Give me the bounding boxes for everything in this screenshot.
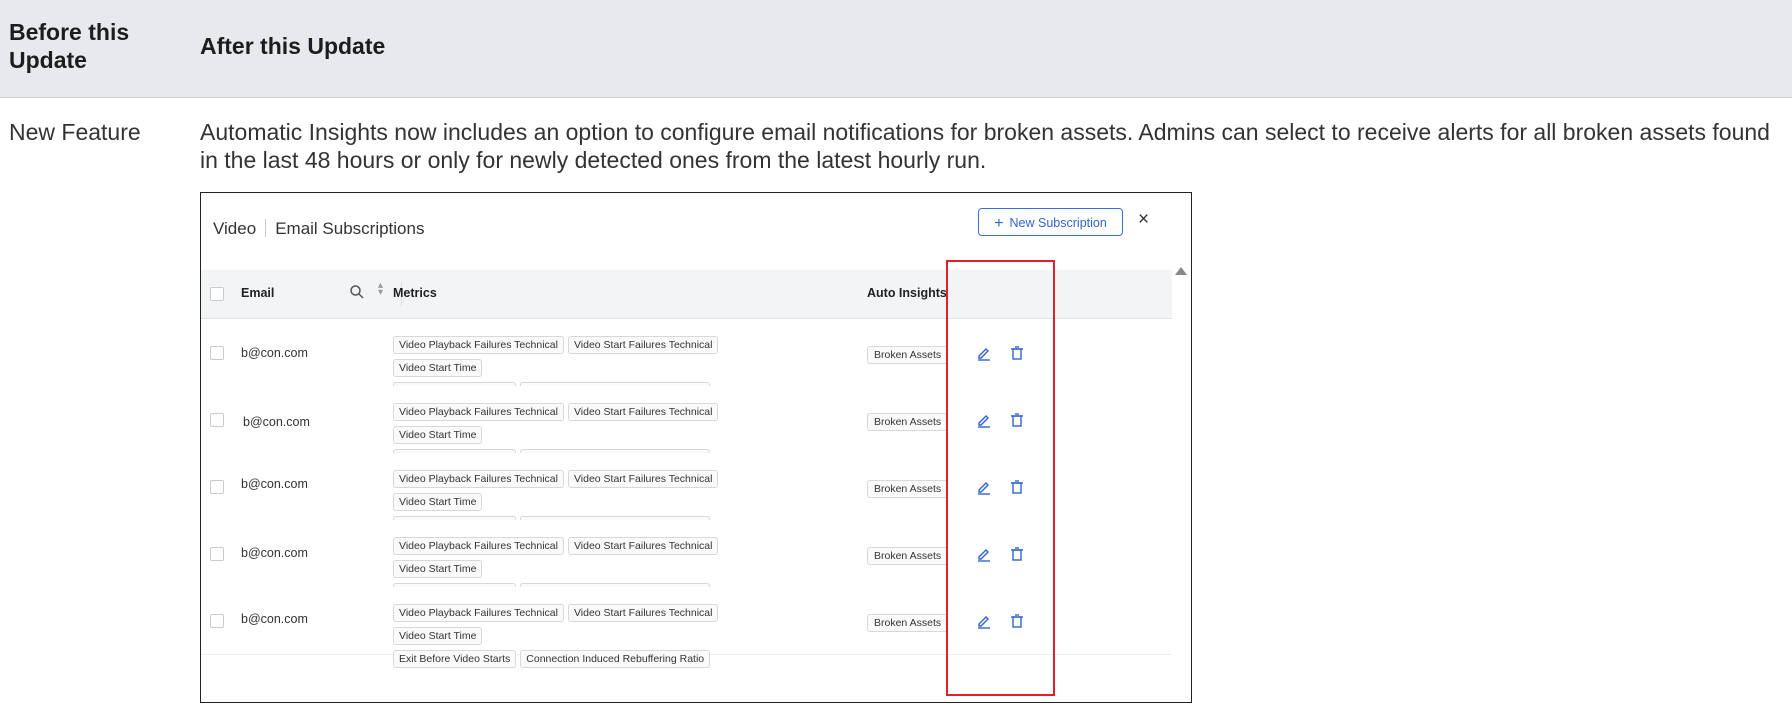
trash-icon[interactable]: [1009, 613, 1025, 629]
metric-tag: Video Start Time: [393, 426, 483, 444]
table-row: b@con.com Video Playback Failures Techni…: [201, 386, 1172, 467]
metric-tag: Video Start Failures Technical: [567, 403, 719, 421]
metric-tag: Video Start Time: [393, 359, 483, 377]
metric-tag: Video Start Failures Technical: [567, 604, 719, 622]
row-checkbox[interactable]: [210, 480, 224, 494]
metric-tag: Video Start Failures Technical: [567, 470, 719, 488]
sort-icon[interactable]: ▴ ▾: [378, 281, 383, 298]
search-icon[interactable]: [349, 284, 365, 300]
column-header-before: Before this Update: [9, 19, 130, 73]
row-email: b@con.com: [243, 415, 310, 429]
table-row: b@con.com Video Playback Failures Techni…: [201, 587, 1172, 668]
metric-tag: Video Start Time: [393, 493, 483, 511]
row-email: b@con.com: [241, 477, 308, 491]
row-email: b@con.com: [241, 546, 308, 560]
row-label: New Feature: [9, 119, 141, 145]
row-email: b@con.com: [241, 612, 308, 626]
new-subscription-label: New Subscription: [1009, 216, 1107, 230]
metric-tag: Video Playback Failures Technical: [393, 604, 564, 622]
metric-tag: Video Start Time: [393, 560, 483, 578]
column-metrics: Metrics: [393, 286, 437, 300]
metric-tag: Connection Induced Rebuffering Ratio: [520, 650, 711, 668]
trash-icon[interactable]: [1009, 412, 1025, 428]
subscriptions-table-header: Email ▴ ▾ Metrics Auto Insights: [201, 270, 1172, 319]
breadcrumb-video[interactable]: Video: [213, 219, 256, 238]
row-description: Automatic Insights now includes an optio…: [200, 119, 1770, 173]
pencil-icon[interactable]: [976, 345, 992, 361]
metric-tag: Video Start Time: [393, 627, 483, 645]
embedded-screenshot: Video Email Subscriptions + New Subscripti…: [200, 192, 1192, 703]
scroll-up-icon[interactable]: [1175, 267, 1187, 275]
metrics-tags: Video Playback Failures Technical Video S…: [393, 603, 793, 672]
table-row: b@con.com Video Playback Failures Techni…: [201, 520, 1172, 601]
pencil-icon[interactable]: [976, 613, 992, 629]
pencil-icon[interactable]: [976, 412, 992, 428]
metric-tag: Video Start Failures Technical: [567, 537, 719, 555]
metric-tag: Video Playback Failures Technical: [393, 470, 564, 488]
column-header-after: After this Update: [200, 33, 386, 59]
auto-insights-tag: Broken Assets: [867, 547, 949, 565]
auto-insights-tag: Broken Assets: [867, 413, 949, 431]
metric-tag: Video Playback Failures Technical: [393, 537, 564, 555]
column-email[interactable]: Email: [241, 286, 274, 300]
table-row: b@con.com Video Playback Failures Techni…: [201, 453, 1172, 534]
breadcrumb: Video Email Subscriptions: [213, 219, 424, 239]
trash-icon[interactable]: [1009, 479, 1025, 495]
breadcrumb-email-subscriptions: Email Subscriptions: [275, 219, 425, 238]
close-icon[interactable]: ×: [1138, 210, 1149, 230]
metric-tag: Video Start Failures Technical: [567, 336, 719, 354]
metric-tag: Video Playback Failures Technical: [393, 403, 564, 421]
breadcrumb-divider: [265, 219, 267, 237]
select-all-checkbox[interactable]: [210, 287, 224, 301]
column-auto-insights: Auto Insights: [867, 286, 947, 300]
pencil-icon[interactable]: [976, 479, 992, 495]
table-row: b@con.com Video Playback Failures Techni…: [201, 319, 1172, 400]
row-checkbox[interactable]: [210, 547, 224, 561]
trash-icon[interactable]: [1009, 345, 1025, 361]
metric-tag: Exit Before Video Starts: [393, 650, 517, 668]
auto-insights-tag: Broken Assets: [867, 614, 949, 632]
row-checkbox[interactable]: [210, 413, 224, 427]
metric-tag: Video Playback Failures Technical: [393, 336, 564, 354]
new-subscription-button[interactable]: + New Subscription: [978, 208, 1123, 236]
row-checkbox[interactable]: [210, 346, 224, 360]
trash-icon[interactable]: [1009, 546, 1025, 562]
plus-icon: +: [994, 215, 1004, 232]
auto-insights-tag: Broken Assets: [867, 480, 949, 498]
table-header-row: Before this Update After this Update: [0, 0, 1792, 98]
row-checkbox[interactable]: [210, 614, 224, 628]
auto-insights-tag: Broken Assets: [867, 346, 949, 364]
row-email: b@con.com: [241, 346, 308, 360]
pencil-icon[interactable]: [976, 546, 992, 562]
